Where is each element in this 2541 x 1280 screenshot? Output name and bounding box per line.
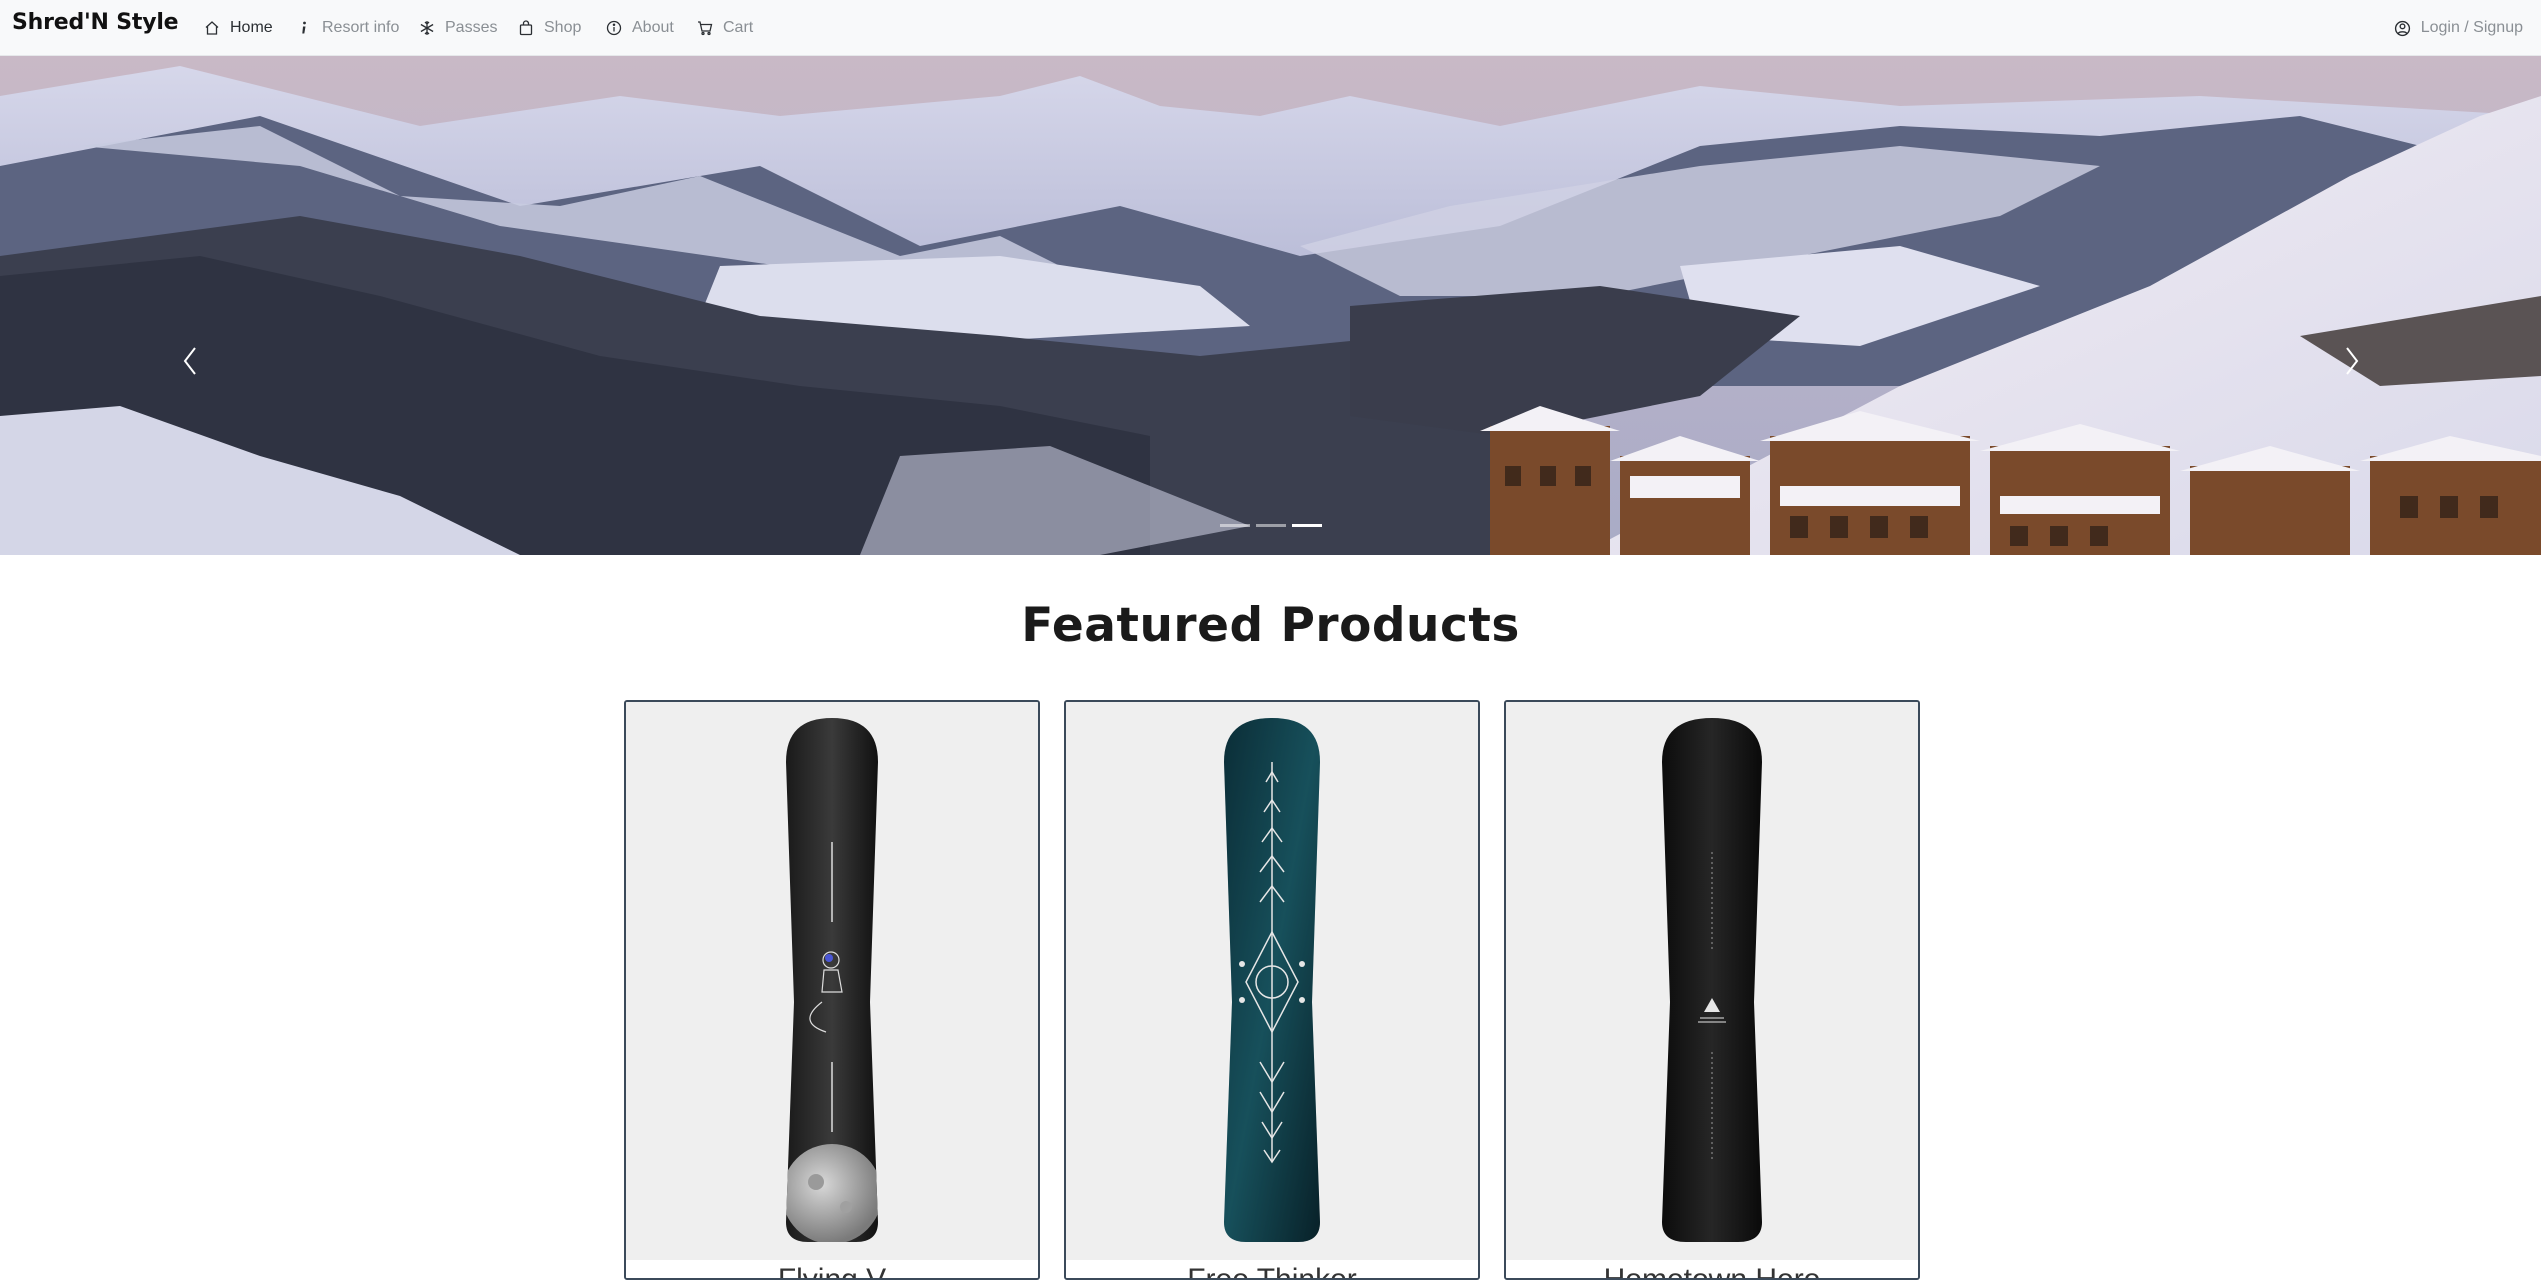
nav-about-label: About	[632, 19, 674, 36]
product-name[interactable]: Hometown Hero	[1506, 1260, 1918, 1278]
featured-products-heading: Featured Products	[1021, 598, 1520, 653]
product-card[interactable]: Free Thinker	[1064, 700, 1480, 1280]
nav-resort-info-label: Resort info	[322, 19, 400, 36]
info-circle-icon	[606, 20, 622, 36]
nav-cart[interactable]: Cart	[697, 0, 753, 56]
product-image	[1506, 702, 1918, 1260]
nav-home[interactable]: Home	[204, 0, 273, 56]
person-circle-icon	[2394, 20, 2410, 36]
product-card[interactable]: Hometown Hero	[1504, 700, 1920, 1280]
cart-icon	[698, 21, 713, 36]
login-signup-link[interactable]: Login / Signup	[2394, 0, 2523, 56]
top-navbar: Shred'N Style Home Resort info Passes Sh…	[0, 0, 2541, 56]
chevron-right-icon	[2346, 347, 2359, 375]
nav-shop-label: Shop	[544, 19, 582, 36]
carousel-prev-button[interactable]	[170, 306, 210, 416]
nav-passes-label: Passes	[445, 19, 498, 36]
product-card[interactable]: Flying V	[624, 700, 1040, 1280]
chevron-left-icon	[183, 347, 196, 375]
brand-logo[interactable]: Shred'N Style	[12, 10, 179, 35]
snowflake-icon	[420, 21, 434, 35]
bag-icon	[519, 20, 533, 36]
info-icon	[302, 21, 306, 34]
product-image	[626, 702, 1038, 1260]
nav-resort-info[interactable]: Resort info	[296, 0, 399, 56]
nav-passes[interactable]: Passes	[419, 0, 497, 56]
product-image	[1066, 702, 1478, 1260]
carousel-indicators	[1220, 524, 1322, 527]
house-icon	[205, 21, 219, 35]
nav-cart-label: Cart	[723, 19, 754, 36]
nav-home-label: Home	[230, 19, 273, 36]
carousel-indicator-1[interactable]	[1220, 524, 1250, 527]
login-signup-label: Login / Signup	[2420, 19, 2523, 36]
carousel-next-button[interactable]	[2332, 306, 2372, 416]
nav-about[interactable]: About	[606, 0, 674, 56]
hero-carousel	[0, 56, 2541, 555]
product-name[interactable]: Free Thinker	[1066, 1260, 1478, 1278]
hero-mountain-image	[0, 56, 2541, 555]
product-name[interactable]: Flying V	[626, 1260, 1038, 1278]
carousel-indicator-3[interactable]	[1292, 524, 1322, 527]
carousel-indicator-2[interactable]	[1256, 524, 1286, 527]
nav-shop[interactable]: Shop	[518, 0, 581, 56]
